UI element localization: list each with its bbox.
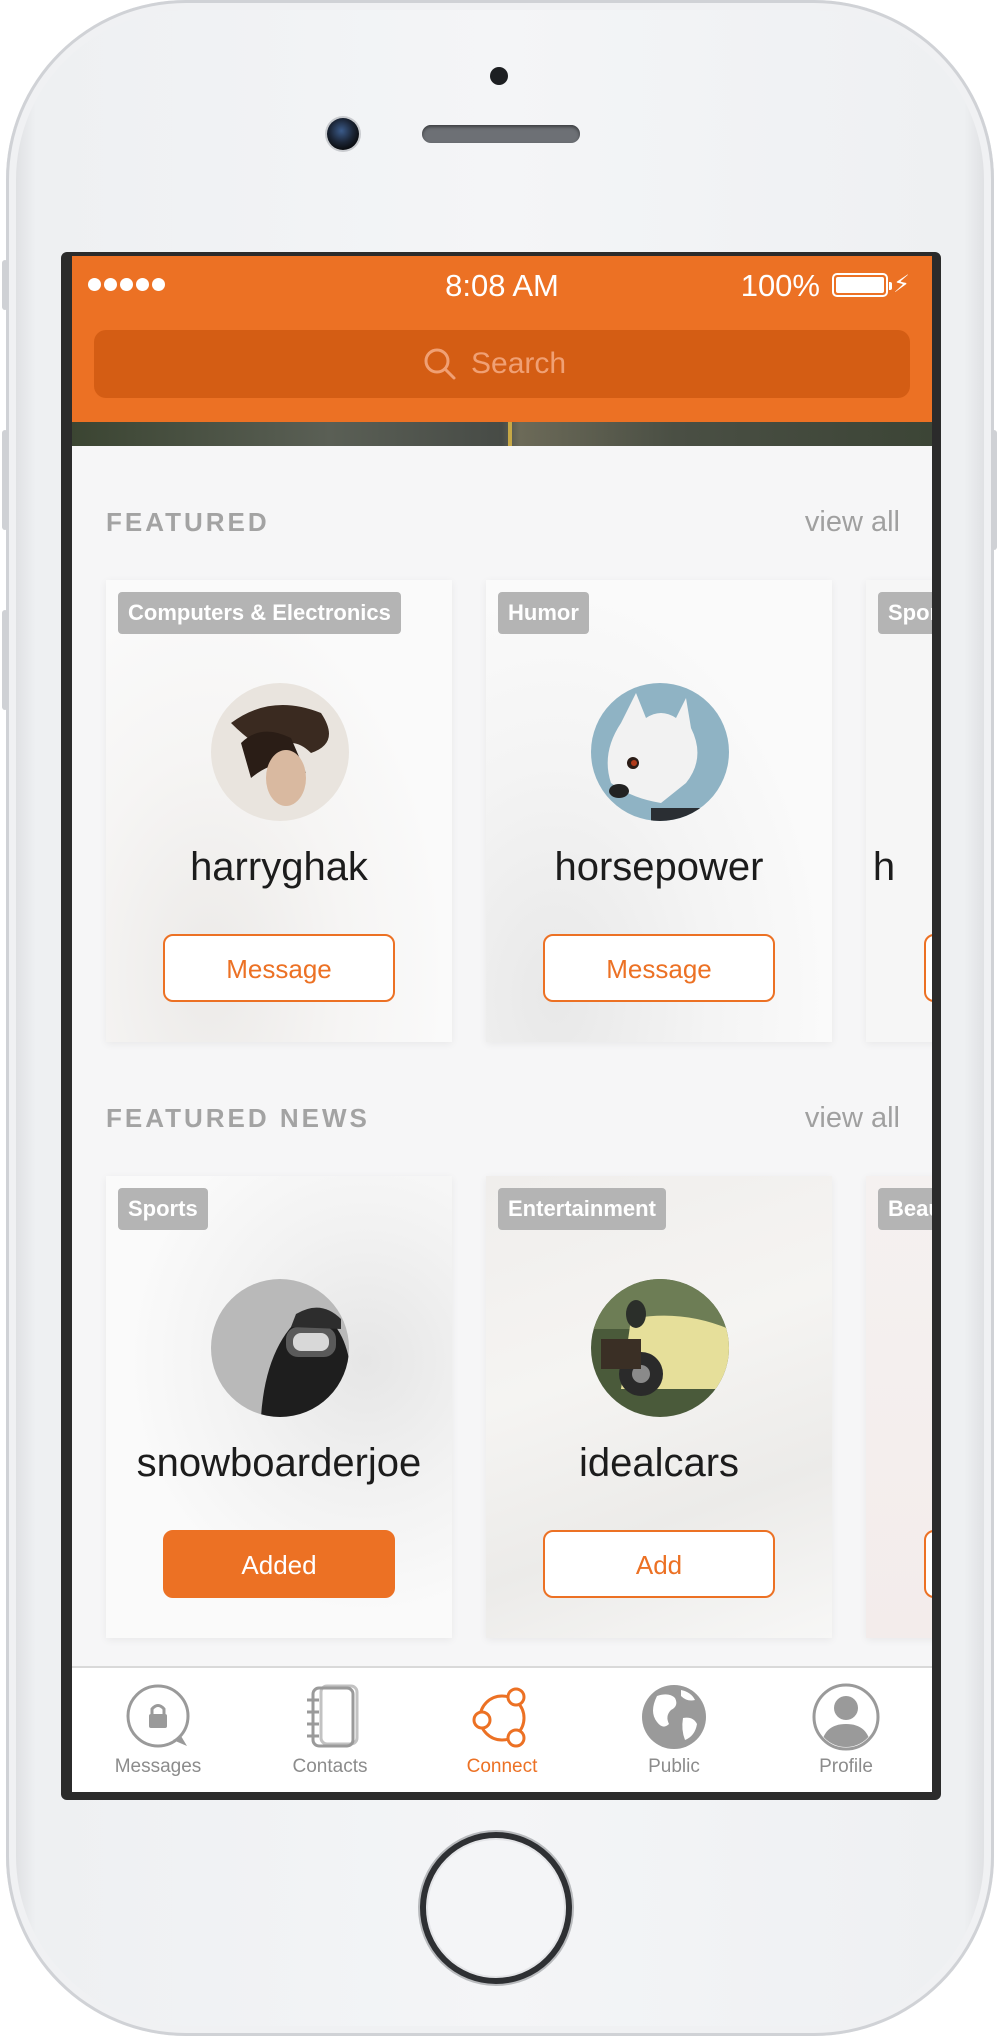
volume-down-button [2,610,8,710]
category-tag: Sports [118,1188,208,1230]
connect-icon [472,1687,526,1748]
tab-connect[interactable]: Connect [416,1668,588,1792]
header-photo-strip [72,422,932,446]
tab-public[interactable]: Public [588,1668,760,1792]
power-button [991,430,997,550]
add-button[interactable]: Add [543,1530,775,1598]
card-background [866,580,932,1042]
category-tag: Spor [878,592,932,634]
battery-icon [832,273,892,297]
tab-label: Profile [819,1756,873,1777]
featured-news-header: FEATURED NEWS view all [106,1102,900,1135]
category-tag: Computers & Electronics [118,592,401,634]
status-bar: 8:08 AM 100% ⚡︎ [72,256,932,312]
notebook-icon [307,1684,359,1748]
featured-title: FEATURED [106,507,270,537]
add-button-partial[interactable] [924,1530,932,1598]
avatar[interactable] [211,683,349,821]
avatar[interactable] [591,683,729,821]
message-button[interactable]: Message [543,934,775,1002]
avatar[interactable] [211,1279,349,1417]
home-button[interactable] [420,1832,572,1984]
added-button[interactable]: Added [163,1530,395,1598]
search-bar[interactable] [94,330,910,398]
road-line [508,422,512,446]
news-card-idealcars[interactable]: Entertainment idealcars Add [486,1176,832,1638]
featured-card-harryghak[interactable]: Computers & Electronics harryghak Messag… [106,580,452,1042]
username: idealcars [578,1441,740,1485]
header: 8:08 AM 100% ⚡︎ [72,256,932,422]
news-card-snowboarderjoe[interactable]: Sports snowboarderjoe Added [106,1176,452,1638]
message-button-partial[interactable] [924,934,932,1002]
tab-label: Public [648,1756,700,1777]
app-screen: 8:08 AM 100% ⚡︎ FEATURED view all Comput… [72,256,932,1792]
tab-profile[interactable]: Profile [760,1668,932,1792]
search-input[interactable] [471,347,581,381]
person-icon [812,1683,880,1751]
featured-card-horsepower[interactable]: Humor horsepower Message [486,580,832,1042]
avatar[interactable] [591,1279,729,1417]
featured-card-partial[interactable]: Spor h [866,580,932,1042]
lock-chat-icon [126,1684,190,1748]
username: snowboarderjoe [136,1441,422,1485]
volume-up-button [2,430,8,530]
featured-header: FEATURED view all [106,506,900,539]
earpiece-speaker [422,125,580,143]
category-tag: Entertainment [498,1188,666,1230]
card-background [866,1176,932,1638]
featured-news-title: FEATURED NEWS [106,1103,370,1133]
front-camera [327,118,359,150]
mute-switch [2,260,8,310]
username: horsepower [554,845,764,889]
category-tag: Humor [498,592,589,634]
search-icon [424,348,456,380]
username: h [872,845,896,889]
tab-label: Contacts [292,1756,368,1777]
tab-messages[interactable]: Messages [72,1668,244,1792]
featured-news-view-all-link[interactable]: view all [805,1102,900,1135]
category-tag: Beau [878,1188,932,1230]
proximity-sensor [490,67,508,85]
tab-label: Connect [466,1756,538,1777]
tab-label: Messages [114,1756,202,1777]
news-card-partial[interactable]: Beau [866,1176,932,1638]
globe-icon [642,1685,706,1749]
featured-view-all-link[interactable]: view all [805,506,900,539]
tab-bar: Messages Contacts Connect Public Profile [72,1666,932,1792]
message-button[interactable]: Message [163,934,395,1002]
username: harryghak [190,845,368,889]
tab-contacts[interactable]: Contacts [244,1668,416,1792]
battery-percent: 100% [740,268,820,303]
charging-bolt-icon: ⚡︎ [893,271,910,298]
